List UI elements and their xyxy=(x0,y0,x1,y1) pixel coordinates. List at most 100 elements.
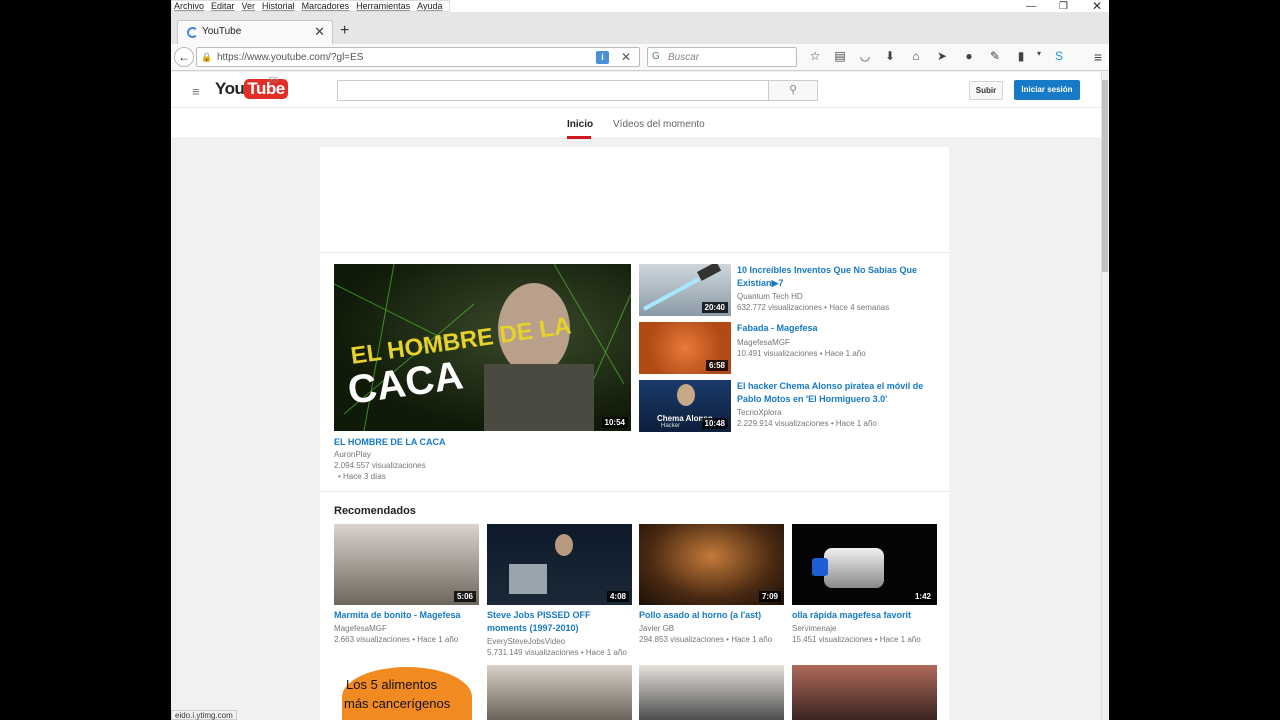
menu-herramientas[interactable]: Herramientas xyxy=(354,1,412,11)
rec-channel-2[interactable]: EverySteveJobsVideo xyxy=(487,636,565,647)
url-text: https://www.youtube.com/?gl=ES xyxy=(217,52,364,63)
featured-views: 2.094.557 visualizaciones xyxy=(334,461,426,470)
row2-thumb-text-2: más cancerígenos xyxy=(344,696,451,711)
search-icon: ⚲ xyxy=(788,84,798,96)
tab-title: YouTube xyxy=(202,26,242,37)
menu-marcadores[interactable]: Marcadores xyxy=(300,1,352,11)
menu-editar[interactable]: Editar xyxy=(209,1,237,11)
side-thumbnail-2[interactable]: 6:58 xyxy=(639,322,731,374)
side-thumbnail-1[interactable]: 20:40 xyxy=(639,264,731,316)
back-button[interactable]: ← xyxy=(174,47,194,67)
rec-thumbnail-3[interactable]: 7:09 xyxy=(639,524,784,605)
rec-thumbnail-1[interactable]: 5:06 xyxy=(334,524,479,605)
featured-thumbnail[interactable]: EL HOMBRE DE LA CACA 10:54 xyxy=(334,264,631,431)
stop-icon[interactable]: ✕ xyxy=(621,50,631,64)
youtube-search-input[interactable] xyxy=(337,80,769,101)
info-icon[interactable]: i xyxy=(596,51,609,64)
side-channel-1[interactable]: Quantum Tech HD xyxy=(737,291,803,302)
chat-icon[interactable]: ● xyxy=(961,49,977,63)
menu-ver[interactable]: Ver xyxy=(240,1,258,11)
close-tab-icon[interactable]: ✕ xyxy=(314,24,325,40)
navigation-bar: ← 🔒 https://www.youtube.com/?gl=ES i ✕ G… xyxy=(171,44,1109,71)
youtube-logo[interactable]: You Tube ES xyxy=(215,77,288,101)
duration-badge: 7:09 xyxy=(758,591,781,602)
clipboard-icon[interactable]: ▮ xyxy=(1013,49,1029,63)
rec-channel-3[interactable]: Javier GB xyxy=(639,623,674,634)
guide-menu-icon[interactable]: ≡ xyxy=(192,84,200,99)
pressure-cooker-icon xyxy=(824,548,884,588)
featured-channel[interactable]: AuronPlay xyxy=(334,449,371,460)
side-thumbnail-3[interactable]: Chema Alonso Hacker 10:48 xyxy=(639,380,731,432)
section-divider xyxy=(320,491,949,492)
menu-historial[interactable]: Historial xyxy=(260,1,297,11)
extension-icon[interactable]: ✎ xyxy=(987,49,1003,63)
feed-tabs: Inicio Vídeos del momento xyxy=(171,108,1101,139)
logo-you: You xyxy=(215,79,245,98)
tab-videos-del-momento[interactable]: Vídeos del momento xyxy=(613,119,705,130)
rec-thumbnail-6[interactable] xyxy=(487,665,632,720)
computer-icon xyxy=(509,564,547,594)
rec-meta-2: 5.731.149 visualizaciones • Hace 1 año xyxy=(487,648,627,657)
browser-window: Archivo Editar Ver Historial Marcadores Herra… xyxy=(171,0,1109,720)
rec-thumbnail-5[interactable]: Los 5 alimentos más cancerígenos xyxy=(334,665,479,720)
side-channel-3[interactable]: TecnoXplora xyxy=(737,407,781,418)
rec-channel-1[interactable]: MagefesaMGF xyxy=(334,623,387,634)
rec-title-1[interactable]: Marmita de bonito - Magefesa xyxy=(334,609,479,622)
rec-title-4[interactable]: olla rápida magefesa favorit xyxy=(792,609,937,622)
rec-thumbnail-8[interactable] xyxy=(792,665,937,720)
tab-inicio[interactable]: Inicio xyxy=(567,119,593,130)
youtube-search-button[interactable]: ⚲ xyxy=(769,80,818,101)
tab-youtube[interactable]: YouTube ✕ xyxy=(177,20,333,44)
rec-title-3[interactable]: Pollo asado al horno (a l'ast) xyxy=(639,609,784,622)
reading-list-icon[interactable]: ▤ xyxy=(832,49,848,63)
rec-channel-4[interactable]: Servimenaje xyxy=(792,623,836,634)
active-tab-underline xyxy=(567,136,591,139)
duration-badge: 1:42 xyxy=(911,591,934,602)
scrollbar-thumb[interactable] xyxy=(1102,80,1108,272)
search-engine-icon[interactable]: G xyxy=(652,51,660,62)
upload-button[interactable]: Subir xyxy=(969,81,1003,100)
person-icon xyxy=(677,384,695,406)
menu-bar: Archivo Editar Ver Historial Marcadores Herra… xyxy=(171,0,1109,13)
rec-thumbnail-7[interactable] xyxy=(639,665,784,720)
duration-badge: 10:48 xyxy=(701,418,728,429)
search-placeholder: Buscar xyxy=(668,52,700,63)
side-title-3[interactable]: El hacker Chema Alonso piratea el móvil … xyxy=(737,380,937,406)
signin-button[interactable]: Iniciar sesión xyxy=(1014,80,1080,100)
skype-icon[interactable]: S xyxy=(1051,49,1067,63)
rec-thumbnail-2[interactable]: 4:08 xyxy=(487,524,632,605)
recommended-heading[interactable]: Recomendados xyxy=(334,505,416,517)
url-bar[interactable]: 🔒 https://www.youtube.com/?gl=ES i ✕ xyxy=(196,47,640,67)
menu-archivo[interactable]: Archivo xyxy=(172,1,206,11)
thumbnail-art: EL HOMBRE DE LA CACA xyxy=(334,264,631,431)
featured-age: • Hace 3 días xyxy=(338,472,386,481)
logo-tube: Tube xyxy=(244,79,288,99)
featured-title[interactable]: EL HOMBRE DE LA CACA xyxy=(334,436,631,449)
menu-items: Archivo Editar Ver Historial Marcadores Herra… xyxy=(171,0,451,12)
youtube-header: ≡ You Tube ES ⚲ Subir Iniciar sesión xyxy=(171,72,1101,108)
pocket-icon[interactable]: ◡ xyxy=(857,49,873,63)
status-bar: eido.i.ytimg.com xyxy=(171,710,237,720)
hamburger-menu-icon[interactable]: ≡ xyxy=(1090,49,1106,65)
side-meta-2: 10.491 visualizaciones • Hace 1 año xyxy=(737,349,866,358)
side-title-2[interactable]: Fabada - Magefesa xyxy=(737,322,937,335)
home-icon[interactable]: ⌂ xyxy=(908,49,924,63)
loading-spinner-icon xyxy=(187,27,198,38)
menu-ayuda[interactable]: Ayuda xyxy=(415,1,444,11)
rec-thumbnail-4[interactable]: 1:42 xyxy=(792,524,937,605)
duration-badge: 5:06 xyxy=(453,591,476,602)
rec-title-2[interactable]: Steve Jobs PISSED OFF moments (1997-2010… xyxy=(487,609,632,635)
side-meta-1: 632.772 visualizaciones • Hace 4 semanas xyxy=(737,303,890,312)
thumb-subcaption: Hacker xyxy=(661,423,681,429)
rec-meta-3: 294.853 visualizaciones • Hace 1 año xyxy=(639,635,773,644)
side-channel-2[interactable]: MagefesaMGF xyxy=(737,337,790,348)
browser-search-field[interactable]: G Buscar xyxy=(647,47,797,67)
chevron-down-icon[interactable]: ▾ xyxy=(1031,49,1047,58)
blue-handle-icon xyxy=(812,558,828,576)
ad-area xyxy=(320,147,949,253)
row2-thumb-text-1: Los 5 alimentos xyxy=(346,677,438,692)
new-tab-icon[interactable]: + xyxy=(340,23,349,39)
download-icon[interactable]: ⬇ xyxy=(882,49,898,63)
send-icon[interactable]: ➤ xyxy=(934,49,950,63)
bookmark-star-icon[interactable]: ☆ xyxy=(807,49,823,63)
